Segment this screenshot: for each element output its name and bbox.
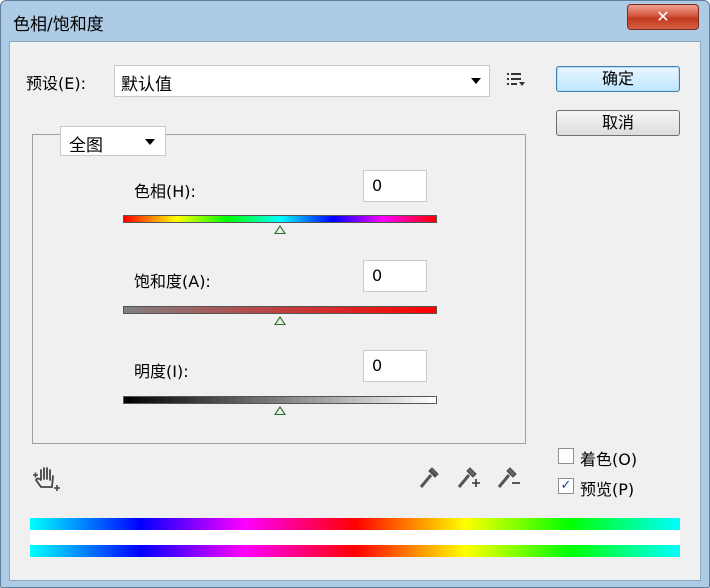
eyedropper-icon[interactable] — [418, 464, 442, 490]
dialog-body: 预设(E): 默认值 确定 取消 全图 色相(H): 0 饱和度(A): 0 明… — [9, 41, 701, 581]
saturation-slider-handle[interactable] — [274, 316, 286, 325]
eyedropper-subtract-icon[interactable] — [496, 464, 522, 490]
colorize-label: 着色(O) — [580, 450, 638, 469]
eyedropper-add-icon[interactable] — [456, 464, 482, 490]
ok-button[interactable]: 确定 — [556, 66, 680, 92]
output-color-bar — [30, 545, 680, 557]
hue-slider-handle[interactable] — [274, 225, 286, 234]
preset-options-icon[interactable] — [506, 71, 526, 87]
saturation-input[interactable]: 0 — [363, 260, 427, 292]
preview-label: 预览(P) — [580, 480, 635, 499]
hue-label: 色相(H): — [134, 182, 196, 201]
preset-label: 预设(E): — [26, 74, 86, 93]
close-icon: ✕ — [656, 7, 670, 26]
lightness-slider-track[interactable] — [123, 396, 437, 404]
title-bar: 色相/饱和度 ✕ — [1, 1, 709, 41]
saturation-label: 饱和度(A): — [134, 272, 211, 291]
lightness-label: 明度(I): — [134, 362, 189, 381]
channel-dropdown[interactable]: 全图 — [60, 126, 166, 156]
colorize-checkbox[interactable] — [558, 448, 574, 464]
channel-value: 全图 — [69, 136, 103, 156]
preset-value: 默认值 — [121, 75, 172, 95]
hue-slider-track[interactable] — [123, 215, 437, 223]
lightness-slider-handle[interactable] — [274, 406, 286, 415]
chevron-down-icon — [471, 78, 481, 84]
cancel-button[interactable]: 取消 — [556, 110, 680, 136]
hue-saturation-dialog: 色相/饱和度 ✕ 预设(E): 默认值 确定 取消 全图 色相(H): 0 饱和… — [0, 0, 710, 588]
lightness-input[interactable]: 0 — [363, 350, 427, 382]
window-title: 色相/饱和度 — [13, 15, 104, 35]
chevron-down-icon — [145, 139, 155, 145]
saturation-slider-track[interactable] — [123, 306, 437, 314]
hue-input[interactable]: 0 — [363, 170, 427, 202]
preset-dropdown[interactable]: 默认值 — [114, 65, 490, 97]
checkmark-icon: ✓ — [560, 478, 572, 493]
close-button[interactable]: ✕ — [627, 4, 699, 30]
input-color-bar — [30, 518, 680, 530]
preview-checkbox[interactable]: ✓ — [558, 478, 574, 494]
targeted-adjustment-hand-icon[interactable] — [32, 464, 62, 492]
color-bar-gap — [30, 530, 680, 545]
